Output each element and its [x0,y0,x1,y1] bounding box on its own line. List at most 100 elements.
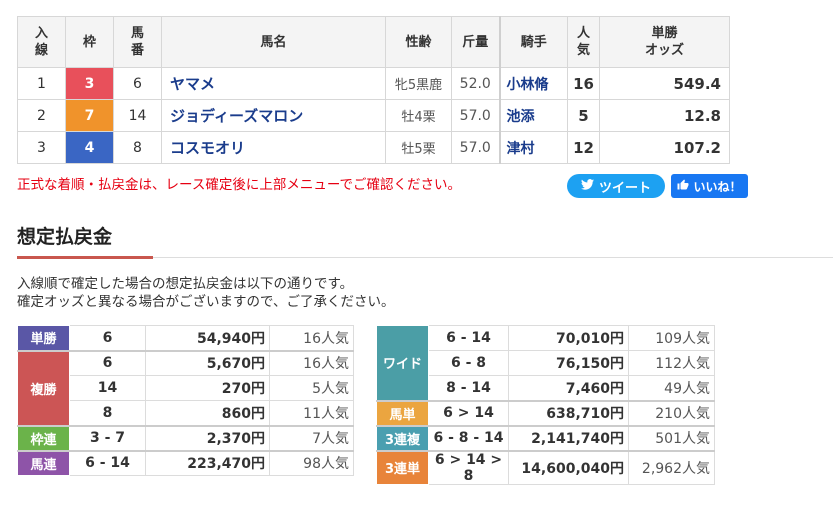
payout-popularity: 7人気 [269,424,354,451]
notice-text: 正式な着順・払戻金は、レース確定後に上部メニューでご確認ください。 [17,177,462,193]
header-rank: 入線 [17,16,66,68]
payout-popularity: 2,962人気 [628,449,715,485]
payout-amount: 2,141,740円 [508,424,629,451]
bet-combination: 6 - 14 [428,325,509,351]
header-win-odds: 単勝 オッズ [599,16,730,68]
bet-type-label: 馬連 [17,449,70,476]
race-result-table: 入線 枠 馬番 馬名 性齢 斤量 騎手 人気 単勝 オッズ 1 3 6 ヤマメ 牝5黒鹿 5… [17,16,730,164]
payout-popularity: 16人気 [269,325,354,351]
payout-row: 枠連 3 - 7 2,370円 7人気 [17,424,354,451]
payout-description: 入線順で確定した場合の想定払戻金は以下の通りです。 確定オッズと異なる場合がござ… [17,275,394,311]
result-header-row: 入線 枠 馬番 馬名 性齢 斤量 騎手 人気 単勝 オッズ [17,16,730,68]
jockey-name-link[interactable]: 池添 [498,99,568,132]
payout-amount: 14,600,040円 [508,449,629,485]
payout-row: ワイド 6 - 14 70,010円 109人気 [376,325,715,401]
payout-amount: 76,150円 [508,350,629,376]
finish-rank: 2 [17,99,66,132]
waku-number: 3 [65,67,114,100]
sex-age: 牝5黒鹿 [385,67,452,100]
bet-combination: 6 - 14 [69,449,146,476]
payout-row: 馬連 6 - 14 223,470円 98人気 [17,449,354,476]
bet-combination: 3 - 7 [69,424,146,451]
bet-combination: 6 > 14 [428,399,509,426]
tweet-button[interactable]: ツイート [567,174,665,198]
waku-number: 4 [65,131,114,164]
bet-combination: 6 > 14 > 8 [428,449,509,485]
payout-popularity: 5人気 [269,375,354,401]
payout-amount: 860円 [145,400,270,426]
jockey-name-link[interactable]: 小林脩 [498,67,568,100]
bet-combination: 6 [69,349,146,376]
bet-combination: 8 [69,400,146,426]
thumbs-up-icon [677,179,689,194]
bet-combination: 6 - 8 [428,350,509,376]
payout-popularity: 210人気 [628,399,715,426]
section-accent-line [17,256,153,259]
bet-type-label: 3連複 [376,424,429,451]
description-line-2: 確定オッズと異なる場合がございますので、ご了承ください。 [17,294,395,310]
payout-amount: 54,940円 [145,325,270,351]
bet-type-label: 複勝 [17,349,70,426]
carried-weight: 57.0 [451,99,500,132]
header-weight: 斤量 [451,16,500,68]
horse-number: 8 [113,131,162,164]
tweet-label: ツイート [598,180,651,196]
horse-name-link[interactable]: コスモオリ [161,131,386,164]
payout-amount: 270円 [145,375,270,401]
finish-rank: 3 [17,131,66,164]
waku-number: 7 [65,99,114,132]
payout-amount: 7,460円 [508,375,629,401]
payout-popularity: 109人気 [628,325,715,351]
payout-table-right: ワイド 6 - 14 70,010円 109人気 6 - 8 76,150円 112人気 8 … [376,325,715,485]
popularity: 16 [567,67,600,100]
result-row: 3 4 8 コスモオリ 牡5栗 57.0 津村 12 107.2 [17,131,730,164]
payout-row: 3連単 6 > 14 > 8 14,600,040円 2,962人気 [376,449,715,485]
like-label: いいね！ [693,179,742,194]
bet-combination: 14 [69,375,146,401]
win-odds: 107.2 [599,131,730,164]
carried-weight: 52.0 [451,67,500,100]
bet-combination: 6 [69,325,146,351]
header-uma: 馬番 [113,16,162,68]
like-button[interactable]: いいね！ [671,174,748,198]
header-sex-age: 性齢 [385,16,452,68]
header-jockey: 騎手 [498,16,568,68]
bet-type-label: 単勝 [17,325,70,351]
header-popularity: 人気 [567,16,600,68]
jockey-name-link[interactable]: 津村 [498,131,568,164]
popularity: 5 [567,99,600,132]
win-odds: 12.8 [599,99,730,132]
sex-age: 牡5栗 [385,131,452,164]
payout-row: 馬単 6 > 14 638,710円 210人気 [376,399,715,426]
payout-table-left: 単勝 6 54,940円 16人気 複勝 6 5,670円 16人気 14 270円 5人気 8 860… [17,325,354,476]
payout-amount: 70,010円 [508,325,629,351]
payout-amount: 223,470円 [145,449,270,476]
twitter-bird-icon [580,178,594,194]
result-row: 2 7 14 ジョディーズマロン 牡4栗 57.0 池添 5 12.8 [17,99,730,132]
bet-type-label: 枠連 [17,424,70,451]
payout-popularity: 112人気 [628,350,715,376]
sex-age: 牡4栗 [385,99,452,132]
finish-rank: 1 [17,67,66,100]
horse-number: 6 [113,67,162,100]
result-row: 1 3 6 ヤマメ 牝5黒鹿 52.0 小林脩 16 549.4 [17,67,730,100]
payout-amount: 638,710円 [508,399,629,426]
header-waku: 枠 [65,16,114,68]
payout-amount: 2,370円 [145,424,270,451]
bet-combination: 8 - 14 [428,375,509,401]
bet-combination: 6 - 8 - 14 [428,424,509,451]
bet-type-label: 馬単 [376,399,429,426]
payout-row: 複勝 6 5,670円 16人気 [17,349,354,426]
header-horse-name: 馬名 [161,16,386,68]
horse-number: 14 [113,99,162,132]
win-odds: 549.4 [599,67,730,100]
payout-row: 3連複 6 - 8 - 14 2,141,740円 501人気 [376,424,715,451]
payout-amount: 5,670円 [145,349,270,376]
payout-popularity: 501人気 [628,424,715,451]
payout-popularity: 49人気 [628,375,715,401]
payout-row: 単勝 6 54,940円 16人気 [17,325,354,351]
horse-name-link[interactable]: ジョディーズマロン [161,99,386,132]
horse-name-link[interactable]: ヤマメ [161,67,386,100]
bet-type-label: 3連単 [376,449,429,485]
payout-popularity: 16人気 [269,349,354,376]
